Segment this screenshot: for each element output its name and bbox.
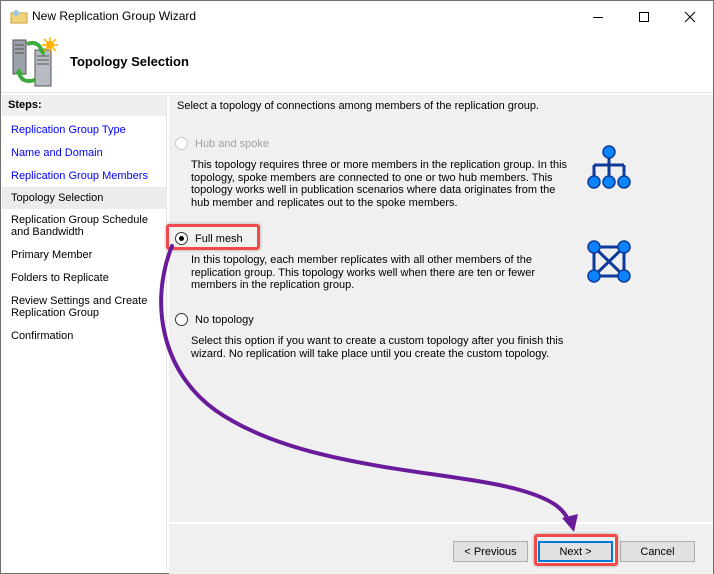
hub-spoke-topology-icon bbox=[587, 145, 631, 189]
cancel-button[interactable]: Cancel bbox=[620, 541, 695, 562]
wizard-header: Topology Selection bbox=[1, 32, 713, 93]
intro-text: Select a topology of connections among m… bbox=[177, 100, 539, 112]
step-name-and-domain[interactable]: Name and Domain bbox=[2, 144, 166, 162]
step-schedule-and-bandwidth: Replication Group Schedule and Bandwidth bbox=[11, 214, 148, 238]
previous-button[interactable]: < Previous bbox=[453, 541, 528, 562]
full-mesh-label[interactable]: Full mesh bbox=[195, 233, 243, 245]
step-topology-selection: Topology Selection bbox=[2, 187, 166, 209]
no-topology-option[interactable]: No topology bbox=[175, 313, 254, 326]
step-review-settings: Review Settings and Create Replication G… bbox=[11, 295, 148, 319]
minimize-icon bbox=[593, 16, 603, 18]
title-bar: New Replication Group Wizard bbox=[1, 1, 713, 32]
wizard-footer: < Previous Next > Cancel bbox=[169, 523, 713, 574]
no-topology-description: Select this option if you want to create… bbox=[191, 335, 564, 360]
replication-servers-icon bbox=[12, 37, 58, 87]
step-folders-to-replicate: Folders to Replicate bbox=[11, 272, 109, 284]
steps-title: Steps: bbox=[2, 95, 166, 117]
maximize-button[interactable] bbox=[621, 1, 667, 32]
hub-and-spoke-option: Hub and spoke bbox=[175, 137, 269, 150]
hub-and-spoke-radio bbox=[175, 137, 188, 150]
step-replication-group-type[interactable]: Replication Group Type bbox=[2, 121, 166, 139]
hub-and-spoke-description: This topology requires three or more mem… bbox=[191, 159, 568, 209]
full-mesh-option[interactable]: Full mesh bbox=[175, 232, 243, 245]
close-button[interactable] bbox=[667, 1, 713, 32]
hub-and-spoke-label: Hub and spoke bbox=[195, 137, 269, 150]
minimize-button[interactable] bbox=[575, 1, 621, 32]
topology-content: Select a topology of connections among m… bbox=[169, 95, 713, 522]
full-mesh-topology-icon bbox=[587, 240, 631, 283]
window-title: New Replication Group Wizard bbox=[32, 9, 197, 23]
step-primary-member: Primary Member bbox=[11, 249, 93, 261]
full-mesh-description: In this topology, each member replicates… bbox=[191, 254, 536, 291]
no-topology-label[interactable]: No topology bbox=[195, 314, 254, 326]
replication-app-icon bbox=[10, 10, 28, 24]
full-mesh-radio[interactable] bbox=[175, 232, 188, 245]
step-confirmation: Confirmation bbox=[11, 330, 74, 342]
next-button[interactable]: Next > bbox=[538, 541, 613, 562]
steps-panel: Steps: Replication Group Type Name and D… bbox=[2, 95, 167, 572]
wizard-window: New Replication Group Wizard Topology Se… bbox=[0, 0, 714, 574]
maximize-icon bbox=[639, 11, 649, 22]
step-replication-group-members[interactable]: Replication Group Members bbox=[2, 167, 166, 185]
close-icon bbox=[684, 11, 696, 22]
no-topology-radio[interactable] bbox=[175, 313, 188, 326]
page-title: Topology Selection bbox=[70, 54, 189, 69]
